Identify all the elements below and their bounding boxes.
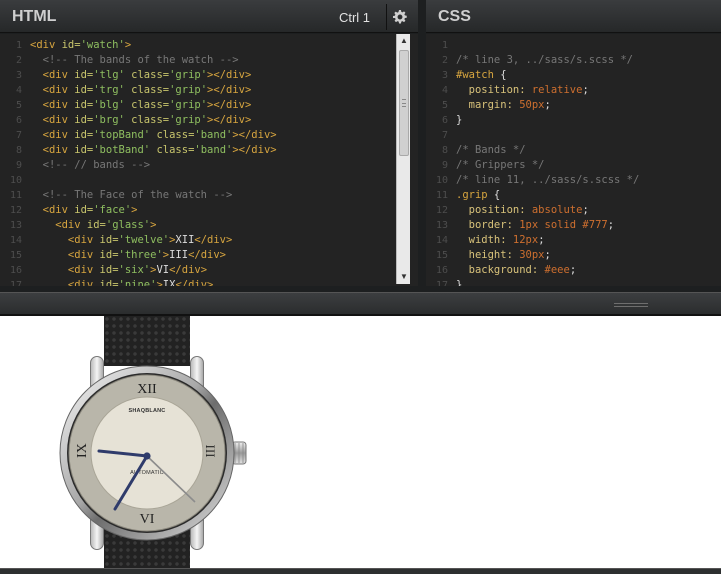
line-number: 16 xyxy=(435,265,448,276)
code-line[interactable]: border: 1px solid #777; xyxy=(456,218,639,233)
line-number: 2 xyxy=(15,55,22,66)
html-code[interactable]: <div id='watch'> <!-- The bands of the w… xyxy=(30,38,277,286)
css-code[interactable]: /* line 3, ../sass/s.scss */#watch { pos… xyxy=(456,38,639,286)
code-line[interactable]: <div id='twelve'>XII</div> xyxy=(30,233,277,248)
line-number: 3 xyxy=(15,70,22,81)
code-line[interactable]: <div id='face'> xyxy=(30,203,277,218)
line-number: 17 xyxy=(435,280,448,286)
code-line[interactable]: <div id='tlg' class='grip'></div> xyxy=(30,68,277,83)
line-number: 3 xyxy=(441,70,448,81)
code-line[interactable]: height: 30px; xyxy=(456,248,639,263)
html-scrollbar[interactable]: ▲ ▼ xyxy=(396,34,410,284)
line-number: 5 xyxy=(15,100,22,111)
code-line[interactable]: width: 12px; xyxy=(456,233,639,248)
scroll-down-arrow-icon[interactable]: ▼ xyxy=(397,270,411,284)
line-number: 7 xyxy=(15,130,22,141)
html-line-numbers: 1 2 3 4 5 6 7 8 9 10 11 12 13 14 15 16 17 xyxy=(0,38,26,286)
line-number: 10 xyxy=(435,175,448,186)
css-pane-title: CSS xyxy=(438,8,471,25)
line-number: 12 xyxy=(435,205,448,216)
code-line[interactable]: /* Grippers */ xyxy=(456,158,639,173)
line-number: 6 xyxy=(441,115,448,126)
html-editor[interactable]: 1 2 3 4 5 6 7 8 9 10 11 12 13 14 15 16 17 <div id='watch… xyxy=(0,34,418,286)
code-line[interactable]: <div id='watch'> xyxy=(30,38,277,53)
bottom-bar xyxy=(0,568,721,574)
html-pane-shortcut: Ctrl 1 xyxy=(338,10,370,25)
code-line[interactable]: } xyxy=(456,278,639,286)
css-line-numbers: 1 2 3 4 5 6 7 8 9 10 11 12 13 14 15 16 17 xyxy=(426,38,452,286)
code-line[interactable]: <div id='botBand' class='band'></div> xyxy=(30,143,277,158)
line-number: 9 xyxy=(441,160,448,171)
code-line[interactable]: margin: 50px; xyxy=(456,98,639,113)
line-number: 6 xyxy=(15,115,22,126)
line-number: 14 xyxy=(435,235,448,246)
code-line[interactable]: position: relative; xyxy=(456,83,639,98)
scrollbar-thumb[interactable] xyxy=(399,50,409,156)
line-number: 17 xyxy=(9,280,22,286)
css-editor[interactable]: 1 2 3 4 5 6 7 8 9 10 11 12 13 14 15 16 17 /* line 3, ../… xyxy=(426,34,721,286)
line-number: 11 xyxy=(435,190,448,201)
html-pane: HTML Ctrl 1 1 2 3 4 5 6 7 8 9 10 11 12 13 14 15 16 17 <d… xyxy=(0,0,418,292)
line-number: 9 xyxy=(15,160,22,171)
pane-resize-bar[interactable] xyxy=(0,292,721,316)
line-number: 15 xyxy=(9,250,22,261)
code-line[interactable]: <div id='topBand' class='band'></div> xyxy=(30,128,277,143)
code-line[interactable]: /* line 3, ../sass/s.scss */ xyxy=(456,53,639,68)
code-line[interactable]: <!-- // bands --> xyxy=(30,158,277,173)
code-line[interactable]: <div id='three'>III</div> xyxy=(30,248,277,263)
css-pane-header: CSS xyxy=(426,0,721,33)
line-number: 1 xyxy=(15,40,22,51)
html-pane-title: HTML xyxy=(12,8,57,25)
line-number: 4 xyxy=(441,85,448,96)
code-line[interactable]: position: absolute; xyxy=(456,203,639,218)
code-line[interactable]: background: #eee; xyxy=(456,263,639,278)
editor-area: HTML Ctrl 1 1 2 3 4 5 6 7 8 9 10 11 12 13 14 15 16 17 <d… xyxy=(0,0,721,292)
code-line[interactable] xyxy=(456,128,639,143)
code-line[interactable]: .grip { xyxy=(456,188,639,203)
code-line[interactable]: <div id='trg' class='grip'></div> xyxy=(30,83,277,98)
line-number: 7 xyxy=(441,130,448,141)
code-line[interactable]: <div id='blg' class='grip'></div> xyxy=(30,98,277,113)
line-number: 2 xyxy=(441,55,448,66)
line-number: 12 xyxy=(9,205,22,216)
hour-hand xyxy=(97,449,149,458)
code-line[interactable]: <div id='nine'>IX</div> xyxy=(30,278,277,286)
code-line[interactable]: /* line 11, ../sass/s.scss */ xyxy=(456,173,639,188)
watch-hands xyxy=(97,449,196,511)
line-number: 13 xyxy=(435,220,448,231)
second-hand xyxy=(146,455,196,503)
code-line[interactable]: <div id='glass'> xyxy=(30,218,277,233)
code-line[interactable]: /* Bands */ xyxy=(456,143,639,158)
code-line[interactable]: <!-- The bands of the watch --> xyxy=(30,53,277,68)
code-line[interactable]: <div id='brg' class='grip'></div> xyxy=(30,113,277,128)
code-line[interactable]: <!-- The Face of the watch --> xyxy=(30,188,277,203)
line-number: 11 xyxy=(9,190,22,201)
line-number: 4 xyxy=(15,85,22,96)
code-line[interactable] xyxy=(30,173,277,188)
gear-icon[interactable] xyxy=(386,4,412,30)
code-line[interactable]: #watch { xyxy=(456,68,639,83)
html-pane-header: HTML Ctrl 1 xyxy=(0,0,418,33)
css-pane: CSS 1 2 3 4 5 6 7 8 9 10 11 12 13 14 15 16 17 /* line 3,… xyxy=(426,0,721,292)
line-number: 5 xyxy=(441,100,448,111)
hand-pivot xyxy=(143,452,151,460)
line-number: 16 xyxy=(9,265,22,276)
code-line[interactable]: <div id='six'>VI</div> xyxy=(30,263,277,278)
line-number: 10 xyxy=(9,175,22,186)
minute-hand xyxy=(113,454,149,511)
result-preview: XII III VI IX SHAQBLANC AUTOMATIC xyxy=(0,316,721,568)
line-number: 8 xyxy=(441,145,448,156)
line-number: 15 xyxy=(435,250,448,261)
scroll-up-arrow-icon[interactable]: ▲ xyxy=(397,34,411,48)
line-number: 8 xyxy=(15,145,22,156)
line-number: 14 xyxy=(9,235,22,246)
code-line[interactable] xyxy=(456,38,639,53)
resize-handle-icon[interactable] xyxy=(614,303,648,307)
code-line[interactable]: } xyxy=(456,113,639,128)
line-number: 13 xyxy=(9,220,22,231)
line-number: 1 xyxy=(441,40,448,51)
